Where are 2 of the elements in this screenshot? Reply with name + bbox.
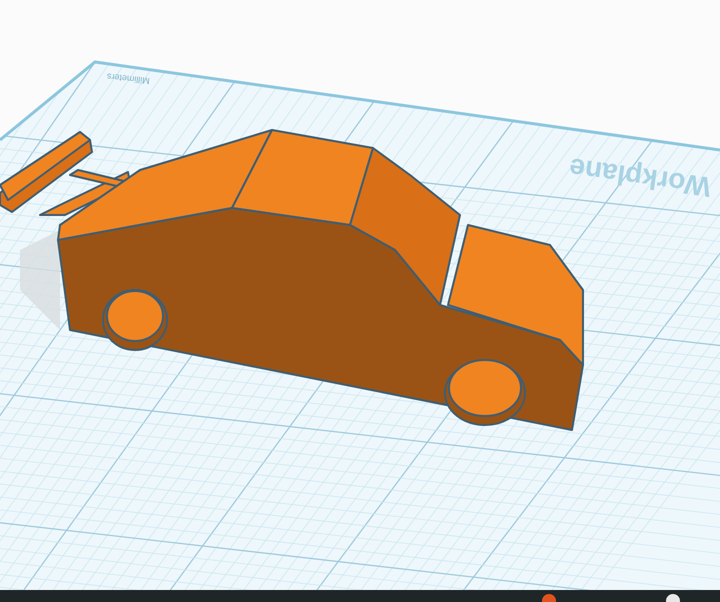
workplane-label: Workplane	[567, 152, 713, 203]
units-label: Millimeters	[106, 72, 150, 86]
